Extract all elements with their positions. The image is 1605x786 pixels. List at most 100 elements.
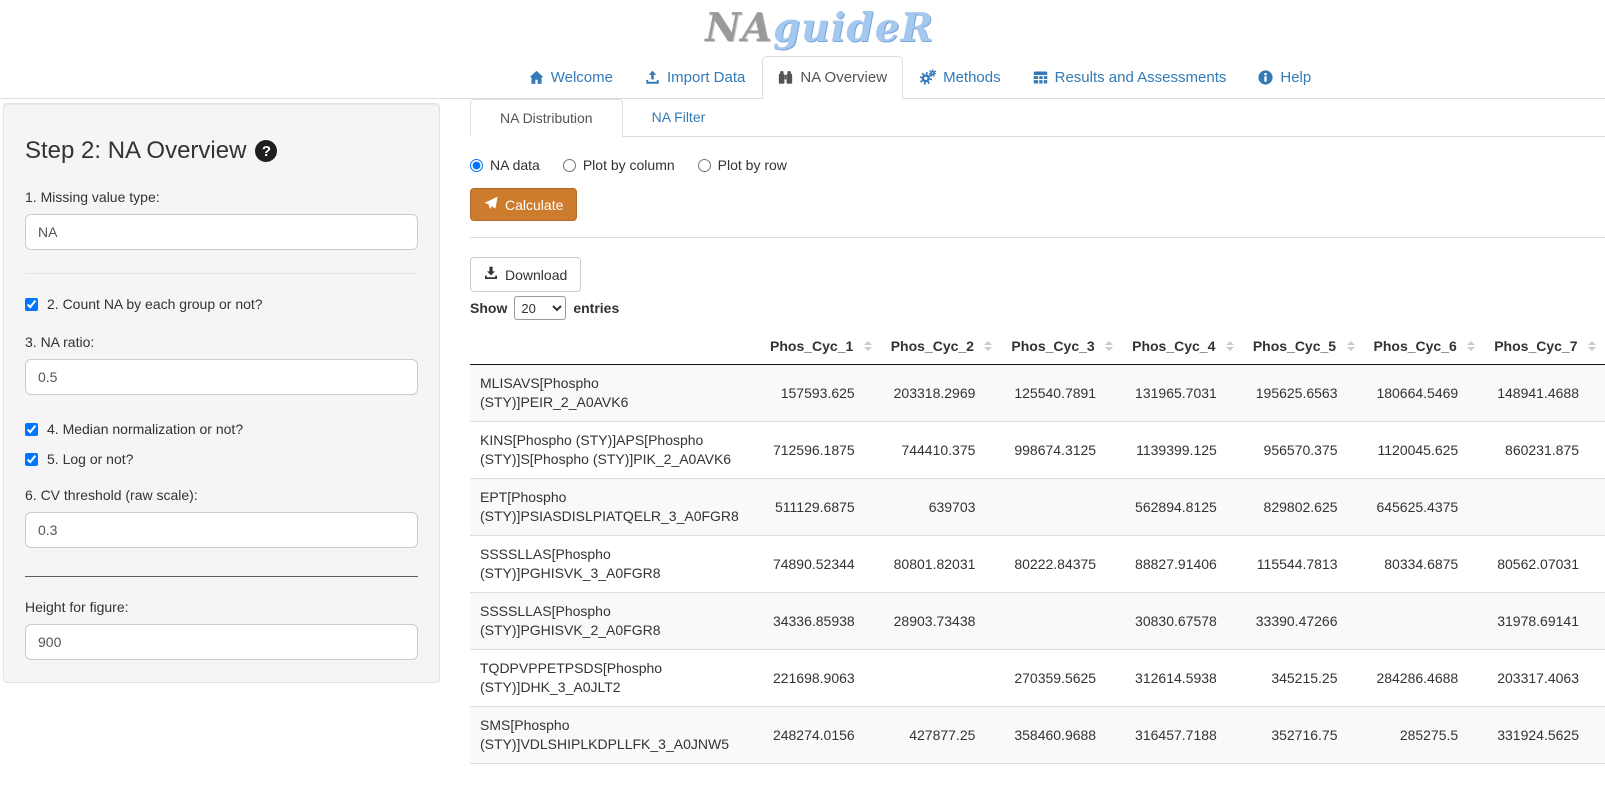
main-navbar: Welcome Import Data NA Overview Methods Resu… (0, 56, 1605, 99)
radio-input[interactable] (698, 159, 711, 172)
value-cell (1001, 593, 1122, 650)
table-row: EPT[Phospho (STY)]PSIASDISLPIATQELR_3_A0… (470, 479, 1605, 536)
app-header: NAguideR (0, 0, 1605, 56)
content-area: Step 2: NA Overview ? 1. Missing value t… (0, 99, 1605, 764)
radio-plot-by-row[interactable]: Plot by row (698, 157, 787, 173)
cv-threshold-label: 6. CV threshold (raw scale): (25, 487, 418, 503)
nav-item-label: Import Data (667, 69, 745, 86)
value-cell: 1120045.625 (1364, 422, 1485, 479)
column-header-label: Phos_Cyc_5 (1253, 338, 1336, 354)
sidebar-divider-2 (25, 576, 418, 577)
row-name-cell: MLISAVS[Phospho (STY)]PEIR_2_A0AVK6 (470, 365, 760, 422)
value-cell: 221698.9063 (760, 650, 881, 707)
calculate-button[interactable]: Calculate (470, 188, 577, 221)
sort-arrows-icon (1588, 341, 1596, 351)
nav-item-label: Results and Assessments (1055, 69, 1227, 86)
logo-text-na: NA (705, 5, 773, 51)
value-cell (1001, 479, 1122, 536)
median-label: 4. Median normalization or not? (47, 421, 243, 437)
nav-item-import-data[interactable]: Import Data (630, 56, 760, 98)
median-checkbox[interactable] (25, 423, 38, 436)
column-header-label: Phos_Cyc_3 (1011, 338, 1094, 354)
log-checkbox[interactable] (25, 453, 38, 466)
missing-value-input[interactable] (25, 214, 418, 250)
column-header-phos_cyc_1[interactable]: Phos_Cyc_1 (760, 328, 881, 365)
tab-na-distribution[interactable]: NA Distribution (470, 99, 623, 137)
count-na-checkbox-row[interactable]: 2. Count NA by each group or not? (25, 296, 418, 312)
info-icon (1258, 70, 1273, 85)
log-label: 5. Log or not? (47, 451, 133, 467)
binoculars-icon (778, 70, 793, 85)
value-cell: 284286.4688 (1364, 650, 1485, 707)
main-panel: NA DistributionNA Filter NA data Plot by … (470, 99, 1605, 764)
na-data-table: Phos_Cyc_1 Phos_Cyc_2 Phos_Cyc_3 Phos_Cyc_4… (470, 328, 1605, 764)
nav-item-na-overview[interactable]: NA Overview (762, 56, 903, 99)
sort-arrows-icon (984, 341, 992, 351)
value-cell: 125540.7891 (1001, 365, 1122, 422)
nav-item-welcome[interactable]: Welcome (514, 56, 628, 98)
value-cell: 331924.5625 (1484, 707, 1605, 764)
nav-item-label: NA Overview (800, 69, 887, 86)
column-header-phos_cyc_7[interactable]: Phos_Cyc_7 (1484, 328, 1605, 365)
value-cell: 998674.3125 (1001, 422, 1122, 479)
nav-item-methods[interactable]: Methods (905, 56, 1016, 98)
value-cell: 860231.875 (1484, 422, 1605, 479)
gears-icon (920, 69, 936, 85)
count-na-checkbox[interactable] (25, 298, 38, 311)
column-header-phos_cyc_3[interactable]: Phos_Cyc_3 (1001, 328, 1122, 365)
calculate-button-label: Calculate (505, 197, 563, 213)
page-length-select[interactable]: 20 (514, 296, 566, 320)
log-checkbox-row[interactable]: 5. Log or not? (25, 451, 418, 467)
table-row: MLISAVS[Phospho (STY)]PEIR_2_A0AVK615759… (470, 365, 1605, 422)
cv-threshold-input[interactable] (25, 512, 418, 548)
value-cell: 203317.4063 (1484, 650, 1605, 707)
value-cell: 195625.6563 (1243, 365, 1364, 422)
column-header-rowname[interactable] (470, 328, 760, 365)
radio-plot-by-column[interactable]: Plot by column (563, 157, 675, 173)
nav-item-results-and-assessments[interactable]: Results and Assessments (1018, 56, 1242, 98)
column-header-phos_cyc_2[interactable]: Phos_Cyc_2 (881, 328, 1002, 365)
table-row: KINS[Phospho (STY)]APS[Phospho (STY)]S[P… (470, 422, 1605, 479)
value-cell: 427877.25 (881, 707, 1002, 764)
value-cell: 956570.375 (1243, 422, 1364, 479)
value-cell: 80334.6875 (1364, 536, 1485, 593)
value-cell: 34336.85938 (760, 593, 881, 650)
na-ratio-input[interactable] (25, 359, 418, 395)
figure-height-input[interactable] (25, 624, 418, 660)
value-cell: 285275.5 (1364, 707, 1485, 764)
value-cell: 131965.7031 (1122, 365, 1243, 422)
row-name-cell: KINS[Phospho (STY)]APS[Phospho (STY)]S[P… (470, 422, 760, 479)
value-cell: 562894.8125 (1122, 479, 1243, 536)
value-cell: 639703 (881, 479, 1002, 536)
radio-input[interactable] (470, 159, 483, 172)
na-ratio-label: 3. NA ratio: (25, 334, 418, 350)
column-header-phos_cyc_6[interactable]: Phos_Cyc_6 (1364, 328, 1485, 365)
row-name-cell: EPT[Phospho (STY)]PSIASDISLPIATQELR_3_A0… (470, 479, 760, 536)
radio-label: Plot by column (583, 157, 675, 173)
value-cell: 345215.25 (1243, 650, 1364, 707)
sidebar-title: Step 2: NA Overview ? (25, 137, 418, 165)
nav-item-help[interactable]: Help (1243, 56, 1326, 98)
column-header-label: Phos_Cyc_2 (891, 338, 974, 354)
value-cell (1364, 593, 1485, 650)
sub-tab-bar: NA DistributionNA Filter (470, 99, 1605, 137)
sort-arrows-icon (1226, 341, 1234, 351)
radio-input[interactable] (563, 159, 576, 172)
download-button-label: Download (505, 267, 567, 283)
value-cell: 312614.5938 (1122, 650, 1243, 707)
value-cell: 352716.75 (1243, 707, 1364, 764)
value-cell: 645625.4375 (1364, 479, 1485, 536)
radio-na-data[interactable]: NA data (470, 157, 540, 173)
logo-text-guider: guideR (773, 5, 934, 51)
value-cell: 203318.2969 (881, 365, 1002, 422)
row-name-cell: SSSSLLAS[Phospho (STY)]PGHISVK_2_A0FGR8 (470, 593, 760, 650)
download-button[interactable]: Download (470, 257, 581, 292)
column-header-phos_cyc_5[interactable]: Phos_Cyc_5 (1243, 328, 1364, 365)
value-cell: 744410.375 (881, 422, 1002, 479)
column-header-phos_cyc_4[interactable]: Phos_Cyc_4 (1122, 328, 1243, 365)
value-cell: 28903.73438 (881, 593, 1002, 650)
tab-na-filter[interactable]: NA Filter (623, 99, 735, 136)
missing-value-label: 1. Missing value type: (25, 189, 418, 205)
median-checkbox-row[interactable]: 4. Median normalization or not? (25, 421, 418, 437)
question-circle-icon[interactable]: ? (255, 140, 277, 162)
